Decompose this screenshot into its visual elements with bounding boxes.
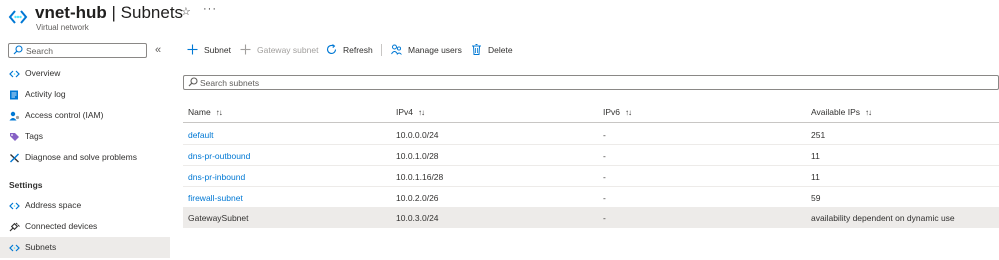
ipv4-cell: 10.0.1.0/28 [396,151,439,161]
manage-users-button[interactable]: Manage users [391,42,469,58]
plus-icon [187,44,198,55]
table-row[interactable]: default 10.0.0.0/24 - 251 [183,124,999,145]
resource-name: vnet-hub [35,3,107,22]
available-ips-cell: availability dependent on dynamic use [811,213,955,223]
table-row[interactable]: GatewaySubnet 10.0.3.0/24 - availability… [183,207,999,228]
page-header: vnet-hub | Subnets Virtual network ☆ ··· [0,0,999,38]
subnet-name-link[interactable]: dns-pr-inbound [188,172,245,182]
collapse-sidebar-icon[interactable]: « [155,44,161,56]
sidebar-item-subnets[interactable]: Subnets [0,237,170,258]
sidebar-item-label: Overview [25,68,61,78]
sort-icon: ↑↓ [864,108,872,117]
available-ips-cell: 59 [811,193,821,203]
subnet-search-input[interactable]: Search subnets [183,75,999,90]
ipv4-cell: 10.0.1.16/28 [396,172,444,182]
column-label: IPv6 [603,107,621,117]
add-gateway-subnet-button[interactable]: Gateway subnet [240,42,322,58]
sidebar-item-label: Access control (IAM) [25,110,104,120]
refresh-label: Refresh [343,45,373,55]
plug-icon [9,222,20,232]
sidebar-item-label: Diagnose and solve problems [25,152,137,162]
search-icon [13,45,23,55]
toolbar-divider [381,44,382,56]
title-separator: | [106,3,121,22]
sidebar-item-label: Tags [25,131,43,141]
vnet-icon [9,202,20,210]
plus-icon [240,44,251,55]
sidebar-item-label: Activity log [25,89,66,99]
page-title: vnet-hub | Subnets [35,3,183,23]
manage-users-label: Manage users [408,45,462,55]
vnet-icon [8,10,28,24]
sidebar-item-label: Address space [25,200,82,210]
table-row[interactable]: firewall-subnet 10.0.2.0/26 - 59 [183,187,999,208]
subnet-search-placeholder: Search subnets [200,78,260,88]
ipv6-cell: - [603,151,606,161]
column-header-name[interactable]: Name ↑↓ [188,107,223,117]
sidebar-item-tags[interactable]: Tags [0,126,170,147]
trash-icon [472,44,481,55]
sidebar-section-settings: Settings [9,180,43,190]
add-gateway-subnet-label: Gateway subnet [257,45,319,55]
available-ips-cell: 251 [811,130,826,140]
column-label: Name [188,107,211,117]
manage-users-icon [391,44,402,55]
ipv6-cell: - [603,172,606,182]
vnet-icon [9,244,20,252]
sidebar-item-iam[interactable]: Access control (IAM) [0,105,170,126]
table-header: Name ↑↓ IPv4 ↑↓ IPv6 ↑↓ Available IPs ↑↓ [183,102,999,123]
sidebar-item-label: Subnets [25,242,57,252]
subnet-name-link[interactable]: dns-pr-outbound [188,151,250,161]
sidebar-item-connected-devices[interactable]: Connected devices [0,216,170,237]
column-label: IPv4 [396,107,414,117]
refresh-icon [326,44,337,55]
sort-icon: ↑↓ [215,108,223,117]
sidebar-search-input[interactable]: Search [8,43,147,58]
table-row[interactable]: dns-pr-outbound 10.0.1.0/28 - 11 [183,145,999,166]
more-options-icon[interactable]: ··· [203,3,217,15]
sort-icon: ↑↓ [625,108,632,117]
subnet-name-link[interactable]: firewall-subnet [188,193,243,203]
refresh-button[interactable]: Refresh [326,42,376,58]
column-header-available-ips[interactable]: Available IPs ↑↓ [811,107,872,117]
column-header-ipv6[interactable]: IPv6 ↑↓ [603,107,632,117]
sidebar-item-address-space[interactable]: Address space [0,195,170,216]
resource-type: Virtual network [36,23,89,32]
ipv4-cell: 10.0.3.0/24 [396,213,439,223]
ipv6-cell: - [603,193,606,203]
add-subnet-label: Subnet [204,45,231,55]
sidebar-search-placeholder: Search [26,46,53,56]
add-subnet-button[interactable]: Subnet [187,42,237,58]
ipv4-cell: 10.0.0.0/24 [396,130,439,140]
subnet-name-link[interactable]: default [188,130,214,140]
column-label: Available IPs [811,107,860,117]
command-bar: Subnet Gateway subnet Refresh Manage use… [183,40,999,60]
favorite-star-icon[interactable]: ☆ [181,5,191,18]
sidebar: Search « Overview Activity log Access co… [0,40,176,260]
ipv6-cell: - [603,213,606,223]
wrench-icon [10,153,19,163]
search-icon [188,77,198,87]
delete-label: Delete [488,45,513,55]
iam-icon [9,111,20,121]
available-ips-cell: 11 [811,172,820,182]
subnet-name-link[interactable]: GatewaySubnet [188,213,248,223]
activity-log-icon [10,90,18,100]
ipv6-cell: - [603,130,606,140]
sidebar-item-label: Connected devices [25,221,98,231]
vnet-icon [9,70,20,78]
sort-icon: ↑↓ [418,108,425,117]
tag-icon [10,133,19,141]
table-row[interactable]: dns-pr-inbound 10.0.1.16/28 - 11 [183,166,999,187]
ipv4-cell: 10.0.2.0/26 [396,193,439,203]
column-header-ipv4[interactable]: IPv4 ↑↓ [396,107,425,117]
page-name: Subnets [120,3,184,22]
sidebar-item-overview[interactable]: Overview [0,63,170,84]
delete-button[interactable]: Delete [471,42,515,58]
sidebar-item-activity-log[interactable]: Activity log [0,84,170,105]
available-ips-cell: 11 [811,151,820,161]
sidebar-item-diagnose[interactable]: Diagnose and solve problems [0,147,170,168]
